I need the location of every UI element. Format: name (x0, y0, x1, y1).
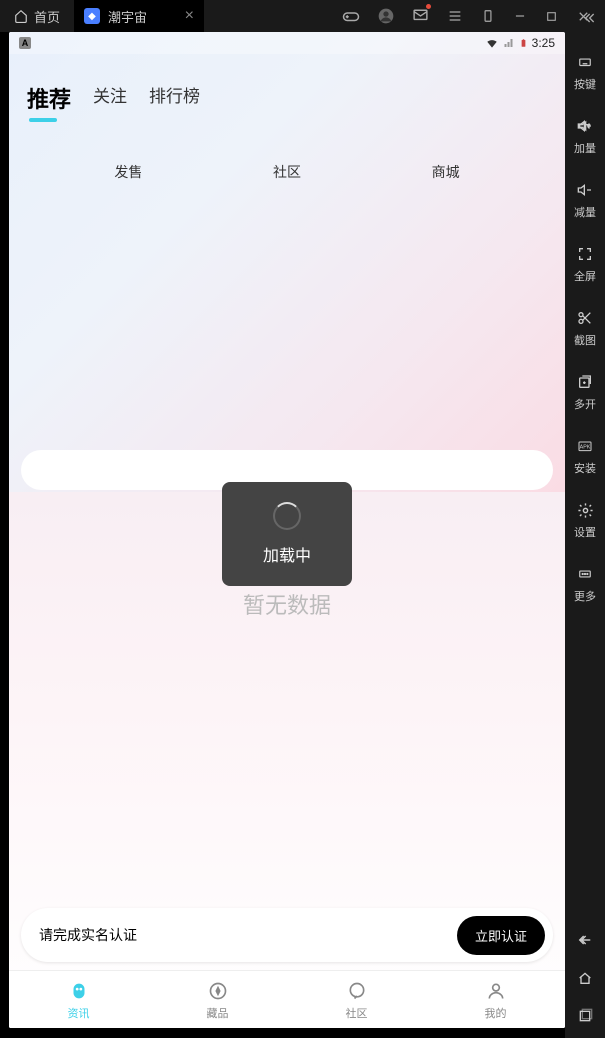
collapse-icon[interactable] (581, 10, 597, 26)
multi-icon (575, 372, 595, 392)
notification-dot (426, 4, 431, 9)
side-install-label: 安装 (574, 460, 596, 476)
nav-mine[interactable]: 我的 (484, 979, 508, 1021)
keyboard-icon (575, 52, 595, 72)
side-more[interactable]: 更多 (574, 564, 596, 604)
nav-community-label: 社区 (346, 1005, 368, 1021)
fullscreen-icon (575, 244, 595, 264)
volume-up-icon (575, 116, 595, 136)
wifi-icon (485, 36, 499, 50)
title-bar: 首页 ◆ 潮宇宙 × (0, 0, 605, 32)
side-multi-label: 多开 (574, 396, 596, 412)
maximize-icon[interactable] (545, 10, 558, 23)
nav-collection[interactable]: 藏品 (206, 979, 230, 1021)
subtab-sale[interactable]: 发售 (114, 162, 142, 182)
app-tab[interactable]: ◆ 潮宇宙 × (74, 0, 204, 32)
app-tab-label: 潮宇宙 (108, 7, 147, 26)
nav-mine-label: 我的 (485, 1005, 507, 1021)
app-area: A 3:25 推荐 关注 排行榜 发售 社区 商城 暂无数据 加载中 请完成实名… (9, 32, 565, 1028)
side-more-label: 更多 (574, 588, 596, 604)
volume-down-icon (575, 180, 595, 200)
nav-collection-label: 藏品 (207, 1005, 229, 1021)
svg-text:APK: APK (580, 445, 591, 451)
side-screenshot-label: 截图 (574, 332, 596, 348)
back-icon[interactable] (576, 932, 594, 948)
news-icon (67, 979, 91, 1003)
nav-community[interactable]: 社区 (345, 979, 369, 1021)
home-label: 首页 (34, 7, 60, 26)
mail-button[interactable] (412, 6, 429, 26)
a-badge-icon: A (19, 37, 31, 49)
nav-news-label: 资讯 (68, 1005, 90, 1021)
home-nav-icon[interactable] (576, 970, 594, 986)
side-screenshot[interactable]: 截图 (574, 308, 596, 348)
home-button[interactable]: 首页 (0, 0, 74, 32)
loading-label: 加载中 (263, 542, 311, 566)
more-icon (575, 564, 595, 584)
minimize-icon[interactable] (513, 9, 527, 23)
status-time: 3:25 (532, 36, 555, 50)
home-icon (14, 9, 28, 23)
side-fullscreen-label: 全屏 (574, 268, 596, 284)
side-multi[interactable]: 多开 (574, 372, 596, 412)
empty-state: 暂无数据 (9, 588, 565, 620)
sub-tabs: 发售 社区 商城 (9, 124, 565, 198)
subtab-community[interactable]: 社区 (273, 162, 301, 182)
close-tab-icon[interactable]: × (185, 7, 194, 25)
tab-recommend[interactable]: 推荐 (27, 82, 71, 114)
tab-ranking[interactable]: 排行榜 (149, 82, 200, 114)
auth-button[interactable]: 立即认证 (457, 916, 545, 955)
side-install[interactable]: APK 安装 (574, 436, 596, 476)
gear-icon (575, 500, 595, 520)
bottom-nav: 资讯 藏品 社区 我的 (9, 970, 565, 1028)
subtab-mall[interactable]: 商城 (432, 162, 460, 182)
top-tabs: 推荐 关注 排行榜 (9, 54, 565, 124)
title-icons (342, 6, 605, 26)
user-icon[interactable] (378, 8, 394, 24)
side-keys-label: 按键 (574, 76, 596, 92)
nav-news[interactable]: 资讯 (67, 979, 91, 1021)
community-icon (345, 979, 369, 1003)
emulator-sidebar: 按键 加量 减量 全屏 截图 多开 APK 安装 设置 更多 (565, 32, 605, 1038)
menu-icon[interactable] (447, 8, 463, 24)
side-keys[interactable]: 按键 (574, 52, 596, 92)
side-volup[interactable]: 加量 (574, 116, 596, 156)
tab-follow[interactable]: 关注 (93, 82, 127, 114)
side-fullscreen[interactable]: 全屏 (574, 244, 596, 284)
recent-icon[interactable] (577, 1008, 593, 1024)
auth-message: 请完成实名认证 (39, 925, 137, 945)
app-tab-icon: ◆ (84, 8, 100, 24)
collection-icon (206, 979, 230, 1003)
auth-bar: 请完成实名认证 立即认证 (21, 908, 553, 962)
scissors-icon (575, 308, 595, 328)
status-bar: A 3:25 (9, 32, 565, 54)
battery-icon (519, 36, 528, 50)
loading-toast: 加载中 (222, 482, 352, 586)
side-settings[interactable]: 设置 (574, 500, 596, 540)
mine-icon (484, 979, 508, 1003)
gamepad-icon[interactable] (342, 7, 360, 25)
side-voldown-label: 减量 (574, 204, 596, 220)
signal-icon (503, 37, 515, 49)
side-voldown[interactable]: 减量 (574, 180, 596, 220)
spinner-icon (273, 502, 301, 530)
apk-icon: APK (575, 436, 595, 456)
side-settings-label: 设置 (574, 524, 596, 540)
side-volup-label: 加量 (574, 140, 596, 156)
device-icon[interactable] (481, 8, 495, 24)
